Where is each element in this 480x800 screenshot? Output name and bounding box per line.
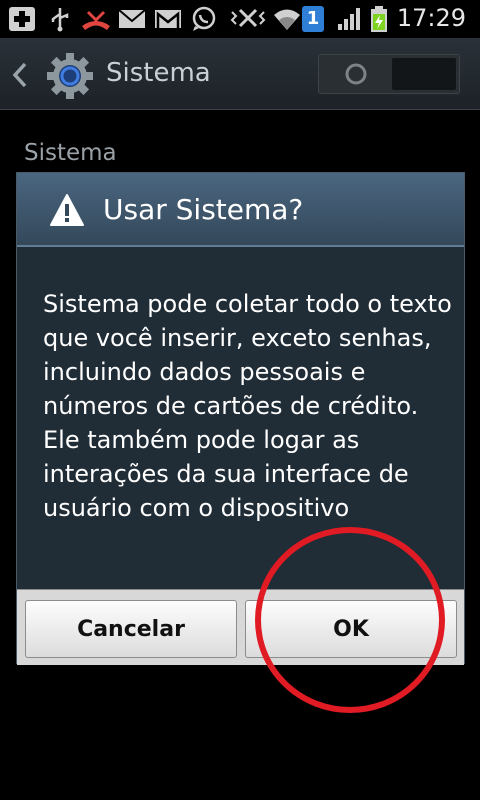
toggle-switch[interactable] bbox=[318, 54, 460, 94]
signal-icon bbox=[338, 8, 360, 30]
add-icon bbox=[9, 7, 35, 31]
dialog-header: Usar Sistema? bbox=[17, 173, 464, 247]
dialog-message: Sistema pode coletar todo o texto que vo… bbox=[43, 290, 452, 522]
permission-dialog: Usar Sistema? Sistema pode coletar todo … bbox=[16, 172, 465, 665]
wifi-icon bbox=[274, 9, 300, 30]
gear-icon bbox=[47, 53, 93, 99]
back-icon[interactable] bbox=[10, 60, 30, 90]
ok-button[interactable]: OK bbox=[245, 600, 457, 658]
toggle-track bbox=[392, 58, 456, 90]
cancel-button[interactable]: Cancelar bbox=[25, 600, 237, 658]
warning-icon bbox=[50, 194, 84, 226]
action-bar: Sistema bbox=[0, 38, 480, 110]
notification-badge-icon: 1 bbox=[302, 6, 324, 32]
battery-icon bbox=[371, 6, 387, 32]
clock: 17:29 bbox=[396, 4, 466, 32]
vibrate-icon bbox=[230, 8, 266, 28]
whatsapp-icon bbox=[192, 6, 216, 31]
missed-call-icon bbox=[82, 10, 110, 30]
dialog-button-bar: Cancelar OK bbox=[17, 589, 464, 665]
toggle-off-icon bbox=[345, 63, 367, 85]
status-bar: 1 17:29 bbox=[0, 0, 480, 38]
usb-icon bbox=[51, 8, 69, 32]
action-bar-title: Sistema bbox=[106, 58, 211, 88]
dialog-title: Usar Sistema? bbox=[103, 193, 304, 226]
gmail-icon bbox=[155, 10, 181, 28]
email-icon bbox=[118, 9, 146, 28]
section-label: Sistema bbox=[24, 140, 117, 166]
